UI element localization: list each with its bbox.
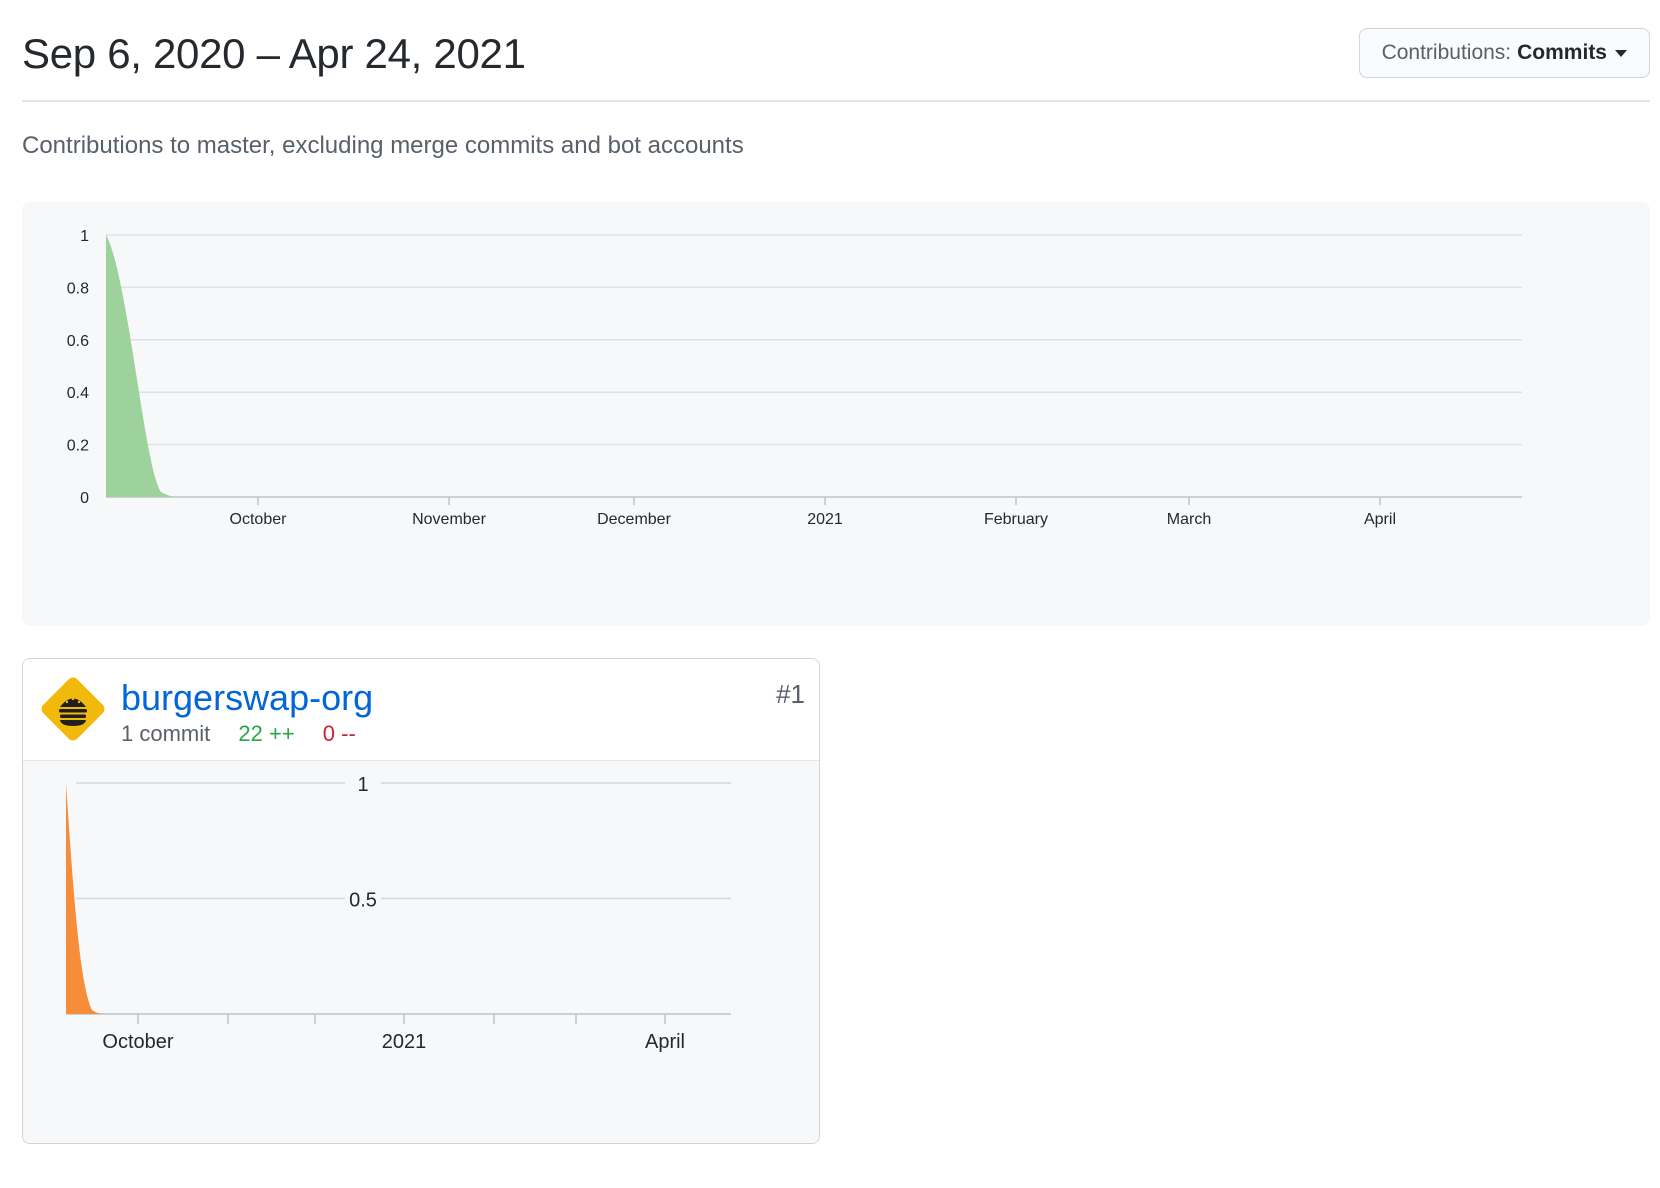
- contributor-chart-svg: 0.5 1 October 2021 April: [66, 770, 731, 1053]
- y-tick-label: 0.5: [349, 890, 377, 912]
- x-tick-label: 2021: [382, 1031, 427, 1053]
- deletions-count: 0 --: [322, 721, 356, 746]
- x-tick-label: April: [645, 1031, 685, 1053]
- y-tick-label: 0.6: [67, 333, 89, 350]
- page-subtitle: Contributions to master, excluding merge…: [22, 132, 744, 159]
- y-tick-label: 0.8: [67, 280, 89, 297]
- x-tick-label: March: [1167, 511, 1211, 528]
- y-tick-label: 0.2: [67, 438, 89, 455]
- page-header: Sep 6, 2020 – Apr 24, 2021 Contributions…: [22, 0, 1650, 102]
- y-tick-label: 1: [80, 228, 89, 245]
- caret-down-icon: [1615, 49, 1627, 57]
- date-range-title: Sep 6, 2020 – Apr 24, 2021: [22, 30, 526, 77]
- y-tick-label: 1: [357, 774, 368, 796]
- main-chart-svg: 0 0.2 0.4 0.6 0.8 1 October November December 202…: [67, 228, 1522, 528]
- x-tick-label: 2021: [807, 511, 843, 528]
- contributor-stats: 1 commit 22 ++ 0 --: [121, 721, 356, 747]
- contributor-card-header: burgerswap-org 1 commit 22 ++ 0 -- #1: [23, 659, 819, 761]
- main-contributions-chart: 0 0.2 0.4 0.6 0.8 1 October November December 202…: [22, 202, 1650, 626]
- x-tick-label: November: [412, 511, 486, 528]
- x-tick-label: April: [1364, 511, 1396, 528]
- x-tick-label: December: [597, 511, 671, 528]
- y-tick-label: 0: [80, 490, 89, 507]
- contributor-rank: #1: [776, 679, 805, 709]
- contributor-chart: 0.5 1 October 2021 April: [23, 761, 819, 1143]
- contributor-name-link[interactable]: burgerswap-org: [121, 677, 373, 719]
- x-tick-label: February: [984, 511, 1048, 528]
- commit-count-link[interactable]: 1 commit: [121, 721, 210, 746]
- contributions-select-value: Commits: [1517, 41, 1607, 64]
- contributions-select-button[interactable]: Contributions: Commits: [1358, 28, 1650, 78]
- contributor-card: burgerswap-org 1 commit 22 ++ 0 -- #1 0.…: [22, 658, 820, 1144]
- additions-count: 22 ++: [238, 721, 295, 746]
- x-tick-label: October: [230, 511, 288, 528]
- burger-icon[interactable]: [39, 675, 107, 743]
- x-tick-label: October: [102, 1031, 173, 1053]
- y-tick-label: 0.4: [67, 385, 89, 402]
- contributions-select-label: Contributions:: [1381, 41, 1512, 64]
- series-area: [106, 235, 1522, 497]
